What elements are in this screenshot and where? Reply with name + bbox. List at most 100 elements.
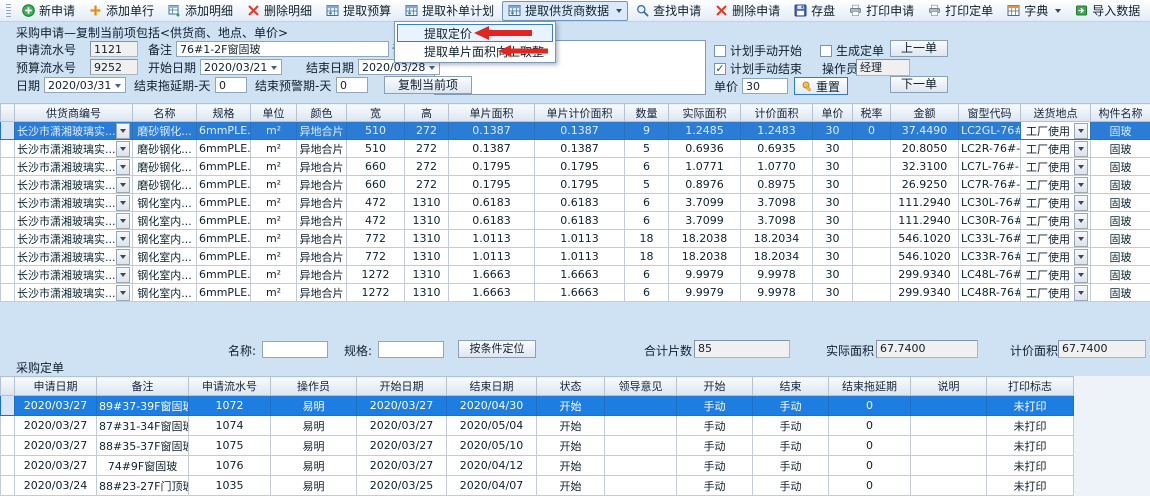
cell[interactable]: 0.6183: [535, 212, 625, 230]
cell[interactable]: LC2R-76#-1F: [959, 140, 1021, 158]
column-header[interactable]: 数量: [625, 104, 669, 122]
cell-dropdown-button[interactable]: [1074, 159, 1088, 175]
cell[interactable]: 异地合片: [297, 158, 347, 176]
cell[interactable]: 钢化室内...: [133, 230, 197, 248]
cell[interactable]: 1310: [405, 266, 449, 284]
toolbar-button-9[interactable]: 删除申请: [709, 1, 786, 21]
cell[interactable]: m²: [251, 122, 297, 140]
cell[interactable]: 299.9340: [891, 284, 959, 302]
cell[interactable]: 手动: [677, 416, 753, 436]
cell[interactable]: 手动: [753, 436, 829, 456]
cell[interactable]: 1.6663: [449, 284, 535, 302]
table-row[interactable]: 长沙市潇湘玻璃实...钢化室内...6mmPLE...m²异地合片7721310…: [1, 248, 1150, 266]
cell[interactable]: 固玻: [1091, 140, 1150, 158]
row-selector[interactable]: [1, 140, 15, 158]
cell[interactable]: 异地合片: [297, 230, 347, 248]
cell[interactable]: 2020/03/27: [357, 416, 447, 436]
cell[interactable]: 1272: [347, 266, 405, 284]
cell[interactable]: 固玻: [1091, 266, 1150, 284]
column-header[interactable]: 名称: [133, 104, 197, 122]
cell[interactable]: 1310: [405, 230, 449, 248]
cell[interactable]: 长沙市潇湘玻璃实...: [15, 212, 133, 230]
toolbar-button-6[interactable]: 提取补单计划: [399, 1, 500, 21]
row-selector[interactable]: [1, 476, 15, 496]
cell[interactable]: 工厂使用: [1021, 140, 1091, 158]
column-header[interactable]: 送货地点: [1021, 104, 1091, 122]
cell[interactable]: 0: [853, 122, 891, 140]
cell[interactable]: 510: [347, 122, 405, 140]
cell[interactable]: 1.0770: [741, 158, 813, 176]
cell[interactable]: 磨砂钢化...: [133, 122, 197, 140]
cell[interactable]: 30: [813, 122, 853, 140]
cell-dropdown-button[interactable]: [1074, 123, 1088, 139]
warn-field[interactable]: 0: [336, 77, 368, 93]
cell[interactable]: 工厂使用: [1021, 284, 1091, 302]
cell[interactable]: 6mmPLE...: [197, 158, 251, 176]
table-row[interactable]: 2020/03/2787#31-34F窗固玻1074易明2020/03/2720…: [1, 416, 1074, 436]
cell[interactable]: 开始: [537, 396, 605, 416]
cell[interactable]: 2020/04/30: [447, 396, 537, 416]
cell[interactable]: 工厂使用: [1021, 230, 1091, 248]
cell[interactable]: 长沙市潇湘玻璃实...: [15, 176, 133, 194]
cell-dropdown-button[interactable]: [116, 141, 130, 157]
column-header[interactable]: 操作员: [271, 377, 357, 396]
checkbox-plan-manual-end[interactable]: ✓ 计划手动结束: [714, 60, 802, 77]
cell[interactable]: [853, 266, 891, 284]
cell[interactable]: [853, 248, 891, 266]
checkbox-generate-order[interactable]: 生成定单: [820, 42, 884, 59]
cell[interactable]: 1.6663: [535, 284, 625, 302]
cell[interactable]: [605, 476, 677, 496]
table-row[interactable]: 长沙市潇湘玻璃实...钢化室内...6mmPLE...m²异地合片4721310…: [1, 212, 1150, 230]
column-header[interactable]: 窗型代码: [959, 104, 1021, 122]
column-header[interactable]: 金额: [891, 104, 959, 122]
cell[interactable]: 0.8975: [741, 176, 813, 194]
cell[interactable]: LC7R-76#-1FO: [959, 176, 1021, 194]
cell[interactable]: 长沙市潇湘玻璃实...: [15, 140, 133, 158]
cell[interactable]: 111.2940: [891, 194, 959, 212]
cell[interactable]: 手动: [753, 456, 829, 476]
cell[interactable]: 磨砂钢化...: [133, 176, 197, 194]
cell-dropdown-button[interactable]: [1074, 213, 1088, 229]
cell-dropdown-button[interactable]: [1074, 267, 1088, 283]
cell[interactable]: 9: [625, 122, 669, 140]
column-header[interactable]: 宽: [347, 104, 405, 122]
cell[interactable]: 6mmPLE...: [197, 248, 251, 266]
cell[interactable]: LC33L-76#...: [959, 230, 1021, 248]
cell[interactable]: [853, 230, 891, 248]
cell[interactable]: 异地合片: [297, 212, 347, 230]
cell[interactable]: LC48L-76#...: [959, 266, 1021, 284]
cell[interactable]: 长沙市潇湘玻璃实...: [15, 248, 133, 266]
cell-dropdown-button[interactable]: [116, 231, 130, 247]
cell[interactable]: 异地合片: [297, 122, 347, 140]
column-header[interactable]: 单位: [251, 104, 297, 122]
cell[interactable]: 2020/03/27: [357, 396, 447, 416]
cell[interactable]: 易明: [271, 476, 357, 496]
cell[interactable]: 固玻: [1091, 248, 1150, 266]
cell[interactable]: 6mmPLE...: [197, 284, 251, 302]
cell[interactable]: 30: [813, 284, 853, 302]
cell[interactable]: 钢化室内...: [133, 284, 197, 302]
cell[interactable]: 26.9250: [891, 176, 959, 194]
toolbar-button-4[interactable]: 删除明细: [241, 1, 318, 21]
cell[interactable]: 30: [813, 212, 853, 230]
cell[interactable]: 1310: [405, 194, 449, 212]
cell[interactable]: 固玻: [1091, 194, 1150, 212]
column-header[interactable]: 计价面积: [741, 104, 813, 122]
cell[interactable]: [853, 284, 891, 302]
table-row[interactable]: 长沙市潇湘玻璃实...钢化室内...6mmPLE...m²异地合片4721310…: [1, 194, 1150, 212]
cell[interactable]: 472: [347, 194, 405, 212]
cell[interactable]: 30: [813, 158, 853, 176]
cell-dropdown-button[interactable]: [1074, 249, 1088, 265]
locate-by-condition-button[interactable]: 按条件定位: [458, 340, 536, 358]
cell[interactable]: 工厂使用: [1021, 212, 1091, 230]
cell[interactable]: 0: [829, 476, 911, 496]
cell[interactable]: 18: [625, 248, 669, 266]
cell[interactable]: 固玻: [1091, 284, 1150, 302]
remark-field[interactable]: 76#1-2F窗固玻: [176, 41, 389, 57]
cell[interactable]: [605, 436, 677, 456]
cell[interactable]: 0.6936: [669, 140, 741, 158]
row-selector[interactable]: [1, 122, 15, 140]
cell[interactable]: 工厂使用: [1021, 266, 1091, 284]
cell[interactable]: 0.1795: [449, 176, 535, 194]
cell[interactable]: 手动: [677, 456, 753, 476]
